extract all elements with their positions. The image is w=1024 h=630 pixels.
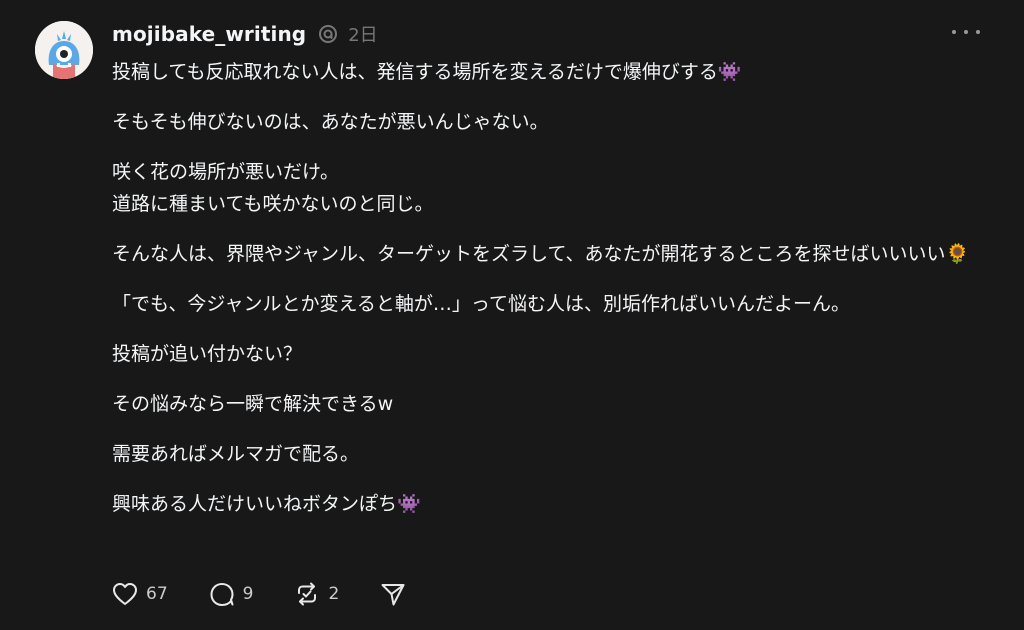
avatar[interactable] [35, 21, 93, 79]
more-dots-icon [952, 30, 956, 34]
more-dot [976, 30, 980, 34]
repost-button[interactable]: 2 [293, 580, 339, 608]
post-paragraph: 咲く花の場所が悪いだけ。 道路に種まいても咲かないのと同じ。 [112, 161, 434, 215]
post-paragraph: 需要あればメルマガで配る。 [112, 443, 360, 465]
post-paragraph: 「でも、今ジャンルとか変えると軸が…」って悩む人は、別垢作ればいいんだよーん。 [112, 293, 850, 315]
send-icon [379, 580, 407, 608]
post-actions: 67 9 2 [111, 578, 447, 610]
post-paragraph: その悩みなら一瞬で解決できるw [112, 393, 394, 415]
reply-button[interactable]: 9 [208, 580, 254, 608]
post-timestamp[interactable]: 2日 [348, 21, 377, 47]
post-header: mojibake_writing 2日 [112, 20, 378, 48]
post-paragraph: そんな人は、界隈やジャンル、ターゲットをズラして、あなたが開花するところを探せば… [112, 243, 970, 265]
more-dot [964, 30, 968, 34]
like-button[interactable]: 67 [111, 580, 168, 608]
post-paragraph: 投稿が追い付かない？ [112, 343, 303, 365]
monster-avatar-icon [35, 21, 93, 79]
post-paragraph: そもそも伸びないのは、あなたが悪いんじゃない。 [112, 111, 549, 133]
comment-icon [208, 580, 236, 608]
like-count: 67 [146, 584, 168, 604]
post-paragraph: 投稿しても反応取れない人は、発信する場所を変えるだけで爆伸びする👾 [112, 61, 742, 83]
more-options-button[interactable] [952, 22, 980, 42]
heart-icon [111, 580, 139, 608]
share-button[interactable] [379, 580, 407, 608]
username[interactable]: mojibake_writing [112, 22, 306, 46]
post-paragraph: 興味ある人だけいいねボタンぽち👾 [112, 493, 421, 515]
reply-count: 9 [242, 584, 254, 604]
thread-post: mojibake_writing 2日 投稿しても反応取れない人は、発信する場所… [0, 0, 1024, 630]
post-body: 投稿しても反応取れない人は、発信する場所を変えるだけで爆伸びする👾 そもそも伸び… [112, 56, 992, 538]
threads-icon [317, 23, 339, 45]
repost-count: 2 [328, 584, 340, 604]
repost-icon [293, 580, 321, 608]
